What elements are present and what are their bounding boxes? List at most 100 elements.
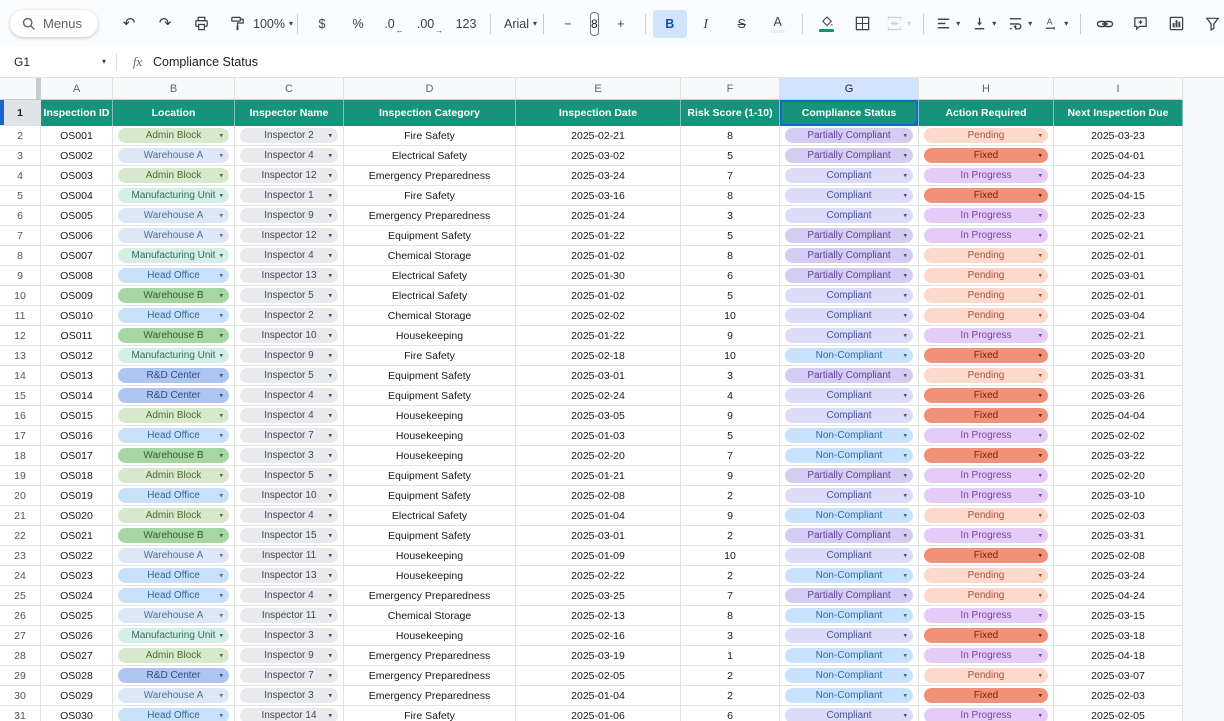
row-number[interactable]: 14 — [0, 366, 41, 386]
dropdown-chip[interactable]: Pending▾ — [924, 508, 1048, 523]
dropdown-chip[interactable]: Admin Block▾ — [118, 648, 229, 663]
insert-chart-button[interactable] — [1160, 10, 1194, 38]
dropdown-chip[interactable]: In Progress▾ — [924, 708, 1048, 721]
dropdown-chip[interactable]: Head Office▾ — [118, 428, 229, 443]
dropdown-chip[interactable]: Warehouse A▾ — [118, 548, 229, 563]
row-number[interactable]: 17 — [0, 426, 41, 446]
dropdown-chip[interactable]: Inspector 2▾ — [240, 128, 338, 143]
dropdown-chip[interactable]: R&D Center▾ — [118, 668, 229, 683]
row-number[interactable]: 26 — [0, 606, 41, 626]
dropdown-chip[interactable]: Partially Compliant▾ — [785, 128, 913, 143]
dropdown-chip[interactable]: Head Office▾ — [118, 488, 229, 503]
dropdown-chip[interactable]: Inspector 7▾ — [240, 428, 338, 443]
row-number[interactable]: 27 — [0, 626, 41, 646]
dropdown-chip[interactable]: Non-Compliant▾ — [785, 688, 913, 703]
dropdown-chip[interactable]: Admin Block▾ — [118, 468, 229, 483]
dropdown-chip[interactable]: Inspector 11▾ — [240, 548, 338, 563]
insert-link-button[interactable] — [1088, 10, 1122, 38]
dropdown-chip[interactable]: Inspector 2▾ — [240, 308, 338, 323]
dropdown-chip[interactable]: Compliant▾ — [785, 208, 913, 223]
row-number[interactable]: 25 — [0, 586, 41, 606]
dropdown-chip[interactable]: Inspector 3▾ — [240, 448, 338, 463]
dropdown-chip[interactable]: Inspector 3▾ — [240, 688, 338, 703]
row-number[interactable]: 21 — [0, 506, 41, 526]
dropdown-chip[interactable]: Compliant▾ — [785, 388, 913, 403]
dropdown-chip[interactable]: Partially Compliant▾ — [785, 148, 913, 163]
header-cell-risk[interactable]: Risk Score (1-10) — [681, 100, 780, 126]
dropdown-chip[interactable]: Compliant▾ — [785, 488, 913, 503]
dropdown-chip[interactable]: Inspector 12▾ — [240, 228, 338, 243]
dropdown-chip[interactable]: Warehouse B▾ — [118, 448, 229, 463]
dropdown-chip[interactable]: Inspector 4▾ — [240, 248, 338, 263]
dropdown-chip[interactable]: Fixed▾ — [924, 688, 1048, 703]
dropdown-chip[interactable]: Head Office▾ — [118, 588, 229, 603]
dropdown-chip[interactable]: Fixed▾ — [924, 548, 1048, 563]
row-number[interactable]: 5 — [0, 186, 41, 206]
dropdown-chip[interactable]: In Progress▾ — [924, 428, 1048, 443]
text-rotation-button[interactable]: A ▾ — [1039, 10, 1073, 38]
dropdown-chip[interactable]: Compliant▾ — [785, 188, 913, 203]
dropdown-chip[interactable]: Partially Compliant▾ — [785, 268, 913, 283]
dropdown-chip[interactable]: Inspector 4▾ — [240, 148, 338, 163]
select-all-corner[interactable] — [0, 78, 41, 100]
dropdown-chip[interactable]: Fixed▾ — [924, 628, 1048, 643]
undo-button[interactable]: ↶ — [112, 10, 146, 38]
horizontal-align-button[interactable]: ▾ — [931, 10, 965, 38]
dropdown-chip[interactable]: Pending▾ — [924, 588, 1048, 603]
dropdown-chip[interactable]: Pending▾ — [924, 128, 1048, 143]
row-number[interactable]: 18 — [0, 446, 41, 466]
dropdown-chip[interactable]: Inspector 5▾ — [240, 468, 338, 483]
dropdown-chip[interactable]: Pending▾ — [924, 568, 1048, 583]
zoom-select[interactable]: 100% ▾ — [256, 10, 290, 38]
row-number[interactable]: 7 — [0, 226, 41, 246]
dropdown-chip[interactable]: Head Office▾ — [118, 268, 229, 283]
dropdown-chip[interactable]: Compliant▾ — [785, 408, 913, 423]
dropdown-chip[interactable]: Partially Compliant▾ — [785, 228, 913, 243]
row-number[interactable]: 12 — [0, 326, 41, 346]
dropdown-chip[interactable]: Inspector 10▾ — [240, 488, 338, 503]
dropdown-chip[interactable]: Inspector 10▾ — [240, 328, 338, 343]
dropdown-chip[interactable]: Inspector 11▾ — [240, 608, 338, 623]
redo-button[interactable]: ↷ — [148, 10, 182, 38]
dropdown-chip[interactable]: R&D Center▾ — [118, 368, 229, 383]
column-header-A[interactable]: A — [41, 78, 113, 100]
dropdown-chip[interactable]: R&D Center▾ — [118, 388, 229, 403]
row-number[interactable]: 16 — [0, 406, 41, 426]
row-number[interactable]: 28 — [0, 646, 41, 666]
dropdown-chip[interactable]: Inspector 5▾ — [240, 368, 338, 383]
dropdown-chip[interactable]: Inspector 4▾ — [240, 508, 338, 523]
dropdown-chip[interactable]: Pending▾ — [924, 668, 1048, 683]
dropdown-chip[interactable]: Inspector 12▾ — [240, 168, 338, 183]
dropdown-chip[interactable]: Partially Compliant▾ — [785, 528, 913, 543]
strikethrough-button[interactable]: S — [725, 10, 759, 38]
dropdown-chip[interactable]: Partially Compliant▾ — [785, 368, 913, 383]
row-number[interactable]: 8 — [0, 246, 41, 266]
dropdown-chip[interactable]: Warehouse A▾ — [118, 688, 229, 703]
column-header-G[interactable]: G — [780, 78, 919, 100]
dropdown-chip[interactable]: In Progress▾ — [924, 208, 1048, 223]
vertical-align-button[interactable]: ▾ — [967, 10, 1001, 38]
dropdown-chip[interactable]: Compliant▾ — [785, 308, 913, 323]
dropdown-chip[interactable]: In Progress▾ — [924, 528, 1048, 543]
header-cell-action[interactable]: Action Required — [919, 100, 1054, 126]
dropdown-chip[interactable]: Inspector 13▾ — [240, 568, 338, 583]
row-number[interactable]: 9 — [0, 266, 41, 286]
dropdown-chip[interactable]: Non-Compliant▾ — [785, 448, 913, 463]
dropdown-chip[interactable]: Fixed▾ — [924, 188, 1048, 203]
row-number[interactable]: 19 — [0, 466, 41, 486]
column-header-E[interactable]: E — [516, 78, 681, 100]
percent-format-button[interactable]: % — [341, 10, 375, 38]
dropdown-chip[interactable]: Fixed▾ — [924, 388, 1048, 403]
row-number[interactable]: 31 — [0, 706, 41, 721]
dropdown-chip[interactable]: Manufacturing Unit▾ — [118, 188, 229, 203]
formula-content[interactable]: Compliance Status — [153, 55, 258, 69]
row-number[interactable]: 4 — [0, 166, 41, 186]
row-number[interactable]: 3 — [0, 146, 41, 166]
decrease-font-size-button[interactable]: − — [551, 10, 585, 38]
dropdown-chip[interactable]: Partially Compliant▾ — [785, 588, 913, 603]
header-cell-date[interactable]: Inspection Date — [516, 100, 681, 126]
header-cell-category[interactable]: Inspection Category — [344, 100, 516, 126]
dropdown-chip[interactable]: Partially Compliant▾ — [785, 248, 913, 263]
dropdown-chip[interactable]: Warehouse B▾ — [118, 288, 229, 303]
dropdown-chip[interactable]: Partially Compliant▾ — [785, 468, 913, 483]
